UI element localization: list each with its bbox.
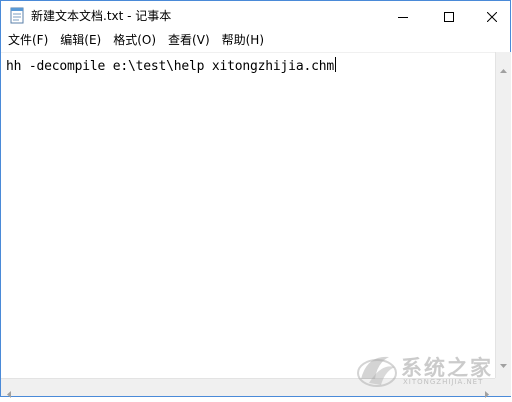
title-bar[interactable]: 新建文本文档.txt - 记事本 — [1, 1, 510, 31]
maximize-icon — [444, 7, 454, 26]
minimize-icon — [398, 7, 408, 26]
menu-help[interactable]: 帮助(H) — [216, 31, 270, 50]
menu-bar: 文件(F) 编辑(E) 格式(O) 查看(V) 帮助(H) — [1, 31, 510, 50]
menu-view[interactable]: 查看(V) — [162, 31, 216, 50]
menu-edit[interactable]: 编辑(E) — [54, 31, 107, 50]
maximize-button[interactable] — [426, 1, 472, 31]
scroll-up-icon[interactable] — [500, 58, 507, 77]
close-icon — [486, 7, 498, 26]
window-title: 新建文本文档.txt - 记事本 — [31, 9, 172, 23]
menu-format[interactable]: 格式(O) — [107, 31, 162, 50]
notepad-icon — [10, 7, 24, 24]
minimize-button[interactable] — [380, 1, 426, 31]
editor-text: hh -decompile e:\test\help xitongzhijia.… — [6, 59, 334, 74]
menu-file[interactable]: 文件(F) — [1, 31, 54, 50]
editor-content-line[interactable]: hh -decompile e:\test\help xitongzhijia.… — [6, 57, 336, 74]
scroll-left-icon[interactable] — [7, 383, 11, 402]
notepad-window: 新建文本文档.txt - 记事本 文件(F) 编辑(E) 格式(O) 查看(V)… — [0, 0, 511, 398]
scroll-down-icon[interactable] — [500, 353, 507, 372]
close-button[interactable] — [472, 1, 512, 31]
text-editor[interactable]: hh -decompile e:\test\help xitongzhijia.… — [1, 52, 495, 379]
text-caret — [334, 57, 336, 72]
site-watermark: 系统之家 XITONGZHIJIA.NET — [341, 349, 501, 391]
vertical-scrollbar[interactable] — [495, 52, 511, 378]
watermark-subtext: XITONGZHIJIA.NET — [403, 378, 484, 386]
watermark-logo-icon — [355, 349, 399, 393]
